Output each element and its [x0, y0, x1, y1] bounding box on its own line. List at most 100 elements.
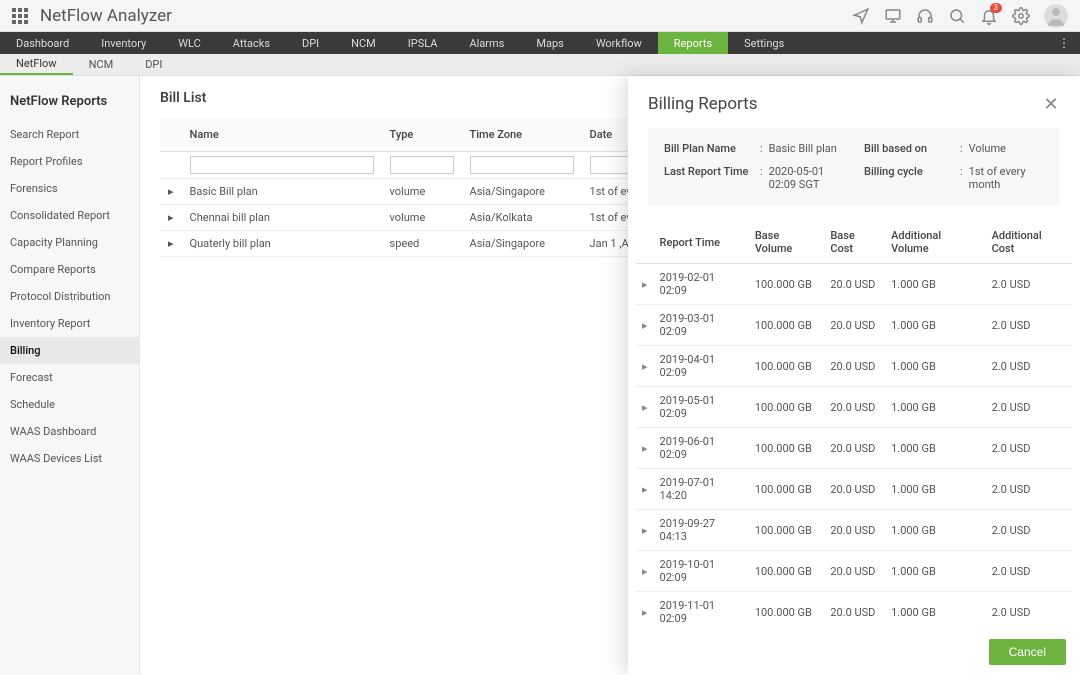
table-row[interactable]: ▸ 2019-06-01 02:09 100.000 GB 20.0 USD 1…: [636, 428, 1072, 469]
sidebar-item-waas-dash[interactable]: WAAS Dashboard: [0, 418, 139, 445]
expand-icon[interactable]: ▸: [636, 551, 654, 592]
subnav-netflow[interactable]: NetFlow: [0, 54, 73, 75]
col-timezone[interactable]: Time Zone: [462, 118, 582, 152]
col-name[interactable]: Name: [182, 118, 382, 152]
cell-basevol: 100.000 GB: [749, 428, 825, 469]
nav-dpi[interactable]: DPI: [286, 32, 335, 54]
gear-icon[interactable]: [1012, 7, 1030, 25]
table-row[interactable]: ▸ 2019-10-01 02:09 100.000 GB 20.0 USD 1…: [636, 551, 1072, 592]
headset-icon[interactable]: [916, 7, 934, 25]
filter-type[interactable]: [390, 156, 454, 174]
nav-attacks[interactable]: Attacks: [217, 32, 286, 54]
cell-addvol: 1.000 GB: [885, 305, 985, 346]
rcol-basevol[interactable]: Base Volume: [749, 221, 825, 264]
close-icon[interactable]: ✕: [1042, 95, 1060, 113]
cell-addcost: 2.0 USD: [986, 510, 1072, 551]
cell-type: speed: [382, 231, 462, 257]
cell-tz: Asia/Kolkata: [462, 205, 582, 231]
cell-basevol: 100.000 GB: [749, 510, 825, 551]
cycle-value: 1st of every month: [969, 165, 1044, 191]
sidebar-item-search-report[interactable]: Search Report: [0, 121, 139, 148]
expand-icon[interactable]: ▸: [636, 346, 654, 387]
nav-ipsla[interactable]: IPSLA: [392, 32, 454, 54]
cell-basecost: 20.0 USD: [824, 469, 885, 510]
table-row[interactable]: ▸ 2019-07-01 14:20 100.000 GB 20.0 USD 1…: [636, 469, 1072, 510]
expand-icon[interactable]: ▸: [636, 305, 654, 346]
sidebar-item-consolidated[interactable]: Consolidated Report: [0, 202, 139, 229]
main-nav: Dashboard Inventory WLC Attacks DPI NCM …: [0, 32, 1080, 54]
rcol-basecost[interactable]: Base Cost: [824, 221, 885, 264]
rcol-time[interactable]: Report Time: [654, 221, 749, 264]
nav-inventory[interactable]: Inventory: [85, 32, 162, 54]
subnav-ncm[interactable]: NCM: [73, 54, 130, 75]
sidebar-item-schedule[interactable]: Schedule: [0, 391, 139, 418]
nav-maps[interactable]: Maps: [520, 32, 579, 54]
sidebar-item-capacity[interactable]: Capacity Planning: [0, 229, 139, 256]
expand-icon[interactable]: ▸: [160, 179, 182, 205]
cell-addcost: 2.0 USD: [986, 469, 1072, 510]
nav-ncm[interactable]: NCM: [335, 32, 392, 54]
based-label: Bill based on: [864, 142, 960, 155]
expand-icon[interactable]: ▸: [636, 469, 654, 510]
sidebar-item-forensics[interactable]: Forensics: [0, 175, 139, 202]
cell-addcost: 2.0 USD: [986, 387, 1072, 428]
sidebar-item-protocol[interactable]: Protocol Distribution: [0, 283, 139, 310]
sub-nav: NetFlow NCM DPI: [0, 54, 1080, 76]
sidebar-item-billing[interactable]: Billing: [0, 337, 139, 364]
cell-basecost: 20.0 USD: [824, 264, 885, 305]
cancel-button[interactable]: Cancel: [989, 639, 1066, 665]
sidebar-item-forecast[interactable]: Forecast: [0, 364, 139, 391]
expand-icon[interactable]: ▸: [636, 264, 654, 305]
nav-dashboard[interactable]: Dashboard: [0, 32, 85, 54]
rcol-addcost[interactable]: Additional Cost: [986, 221, 1072, 264]
filter-tz[interactable]: [470, 156, 574, 174]
navigate-icon[interactable]: [852, 7, 870, 25]
col-type[interactable]: Type: [382, 118, 462, 152]
cell-addvol: 1.000 GB: [885, 592, 985, 630]
cell-name: Quaterly bill plan: [182, 231, 382, 257]
billing-reports-panel: Billing Reports ✕ Bill Plan Name:Basic B…: [628, 76, 1080, 675]
table-row[interactable]: ▸ 2019-11-01 02:09 100.000 GB 20.0 USD 1…: [636, 592, 1072, 630]
cell-basecost: 20.0 USD: [824, 346, 885, 387]
cell-addcost: 2.0 USD: [986, 592, 1072, 630]
nav-workflow[interactable]: Workflow: [580, 32, 658, 54]
cell-addvol: 1.000 GB: [885, 551, 985, 592]
expand-icon[interactable]: ▸: [160, 205, 182, 231]
expand-icon[interactable]: ▸: [636, 510, 654, 551]
table-row[interactable]: ▸ 2019-03-01 02:09 100.000 GB 20.0 USD 1…: [636, 305, 1072, 346]
cell-basevol: 100.000 GB: [749, 469, 825, 510]
table-row[interactable]: ▸ 2019-04-01 02:09 100.000 GB 20.0 USD 1…: [636, 346, 1072, 387]
sidebar-item-inventory[interactable]: Inventory Report: [0, 310, 139, 337]
panel-title: Billing Reports: [648, 94, 758, 114]
nav-wlc[interactable]: WLC: [162, 32, 217, 54]
subnav-dpi[interactable]: DPI: [129, 54, 178, 75]
monitor-icon[interactable]: [884, 7, 902, 25]
expand-icon[interactable]: ▸: [160, 231, 182, 257]
cell-addvol: 1.000 GB: [885, 387, 985, 428]
kebab-icon[interactable]: ⋮: [1048, 32, 1080, 54]
sidebar-item-report-profiles[interactable]: Report Profiles: [0, 148, 139, 175]
avatar[interactable]: [1044, 4, 1068, 28]
table-row[interactable]: ▸ 2019-05-01 02:09 100.000 GB 20.0 USD 1…: [636, 387, 1072, 428]
report-table: Report Time Base Volume Base Cost Additi…: [636, 221, 1072, 629]
sidebar-item-compare[interactable]: Compare Reports: [0, 256, 139, 283]
sidebar-item-waas-devices[interactable]: WAAS Devices List: [0, 445, 139, 472]
expand-icon[interactable]: ▸: [636, 592, 654, 630]
expand-icon[interactable]: ▸: [636, 387, 654, 428]
cell-time: 2019-02-01 02:09: [654, 264, 749, 305]
rcol-addvol[interactable]: Additional Volume: [885, 221, 985, 264]
cell-basevol: 100.000 GB: [749, 592, 825, 630]
table-row[interactable]: ▸ 2019-02-01 02:09 100.000 GB 20.0 USD 1…: [636, 264, 1072, 305]
cell-addvol: 1.000 GB: [885, 346, 985, 387]
bell-icon[interactable]: 3: [980, 7, 998, 25]
filter-name[interactable]: [190, 156, 374, 174]
cell-type: volume: [382, 179, 462, 205]
nav-reports[interactable]: Reports: [658, 32, 728, 54]
cell-basevol: 100.000 GB: [749, 264, 825, 305]
search-icon[interactable]: [948, 7, 966, 25]
expand-icon[interactable]: ▸: [636, 428, 654, 469]
nav-settings[interactable]: Settings: [728, 32, 800, 54]
nav-alarms[interactable]: Alarms: [453, 32, 520, 54]
apps-icon[interactable]: [12, 8, 28, 24]
table-row[interactable]: ▸ 2019-09-27 04:13 100.000 GB 20.0 USD 1…: [636, 510, 1072, 551]
